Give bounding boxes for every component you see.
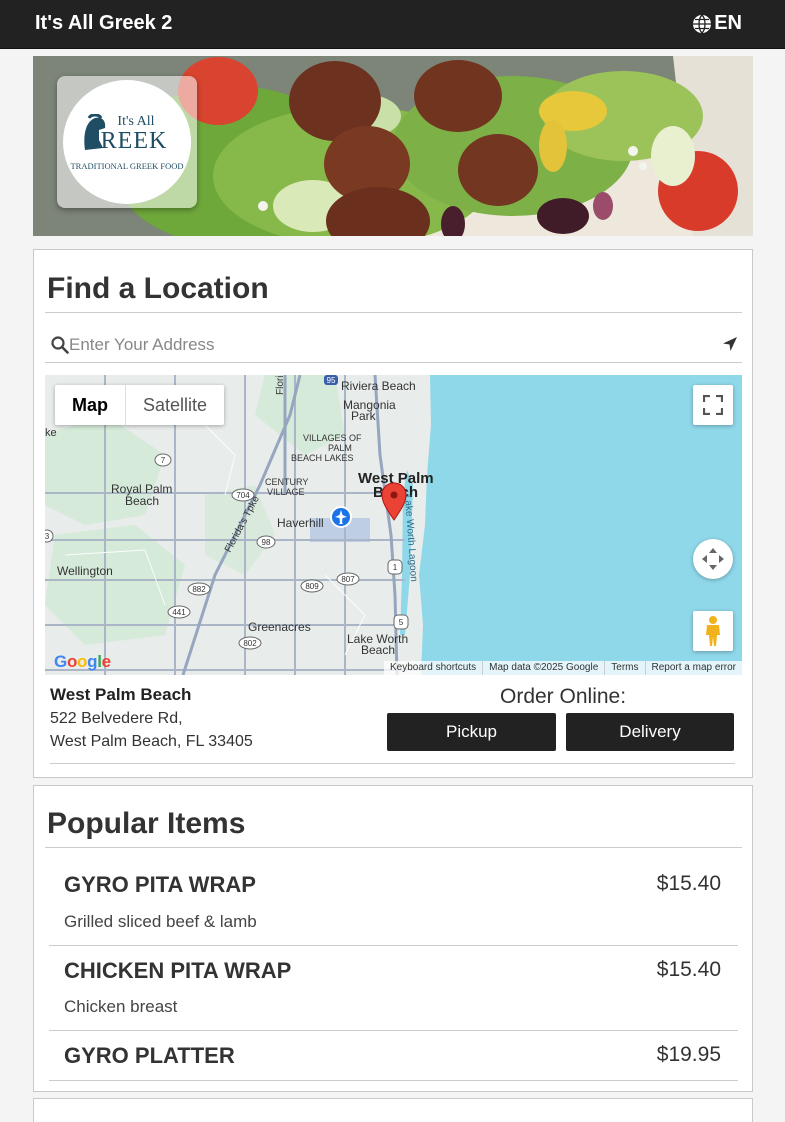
language-label: EN (714, 12, 742, 34)
globe-icon (693, 14, 712, 33)
svg-text:PALM: PALM (328, 443, 352, 453)
svg-text:882: 882 (192, 585, 206, 594)
next-section-card (33, 1098, 753, 1122)
heading-divider (45, 847, 742, 848)
fullscreen-button[interactable] (693, 385, 733, 425)
delivery-button[interactable]: Delivery (566, 713, 734, 751)
site-title[interactable]: It's All Greek 2 (35, 12, 172, 35)
location-name[interactable]: West Palm Beach (50, 685, 191, 705)
keyboard-shortcuts-link[interactable]: Keyboard shortcuts (384, 661, 482, 675)
svg-text:CENTURY: CENTURY (265, 477, 308, 487)
terms-link[interactable]: Terms (604, 661, 644, 675)
location-map[interactable]: Riviera Beach Mangonia Park VILLAGES OF … (45, 375, 742, 675)
pegman-icon (706, 616, 720, 646)
svg-text:VILLAGES OF: VILLAGES OF (303, 433, 362, 443)
airport-icon (330, 506, 352, 528)
search-underline (45, 362, 742, 363)
item-divider (49, 1030, 738, 1031)
map-type-map-button[interactable]: Map (55, 385, 125, 425)
location-address-line1: 522 Belvedere Rd, (50, 710, 183, 727)
svg-text:Riviera Beach: Riviera Beach (341, 379, 416, 393)
pickup-button[interactable]: Pickup (387, 713, 556, 751)
location-address-line2: West Palm Beach, FL 33405 (50, 733, 253, 750)
svg-text:BEACH LAKES: BEACH LAKES (291, 453, 354, 463)
svg-text:704: 704 (236, 491, 250, 500)
item-divider (49, 1080, 738, 1081)
svg-text:5: 5 (399, 618, 404, 627)
map-type-control: Map Satellite (55, 385, 225, 425)
street-view-button[interactable] (693, 611, 733, 651)
menu-item-description: Chicken breast (64, 997, 178, 1016)
hero-banner: It's All REEK TRADITIONAL GREEK FOOD (33, 56, 753, 236)
item-divider (49, 945, 738, 946)
menu-item-price: $15.40 (656, 872, 721, 895)
order-online-label: Order Online: (500, 685, 627, 708)
map-data-attribution: Map data ©2025 Google (482, 661, 604, 675)
address-search[interactable]: Enter Your Address (45, 313, 742, 363)
greek-helmet-icon (84, 114, 106, 150)
svg-text:Beach: Beach (125, 494, 159, 508)
report-map-error-link[interactable]: Report a map error (644, 661, 742, 675)
menu-item-name[interactable]: GYRO PLATTER (64, 1043, 235, 1069)
search-icon (51, 336, 69, 354)
restaurant-logo[interactable]: It's All REEK TRADITIONAL GREEK FOOD (63, 80, 191, 204)
svg-text:98: 98 (262, 538, 271, 547)
google-logo: Google (54, 652, 111, 671)
menu-item-name[interactable]: CHICKEN PITA WRAP (64, 958, 291, 984)
svg-text:95: 95 (327, 376, 336, 385)
map-type-satellite-button[interactable]: Satellite (125, 385, 224, 425)
pan-arrows-icon (702, 548, 724, 570)
svg-text:809: 809 (305, 582, 319, 591)
popular-items-heading: Popular Items (47, 807, 246, 840)
location-divider (50, 763, 735, 764)
svg-text:441: 441 (172, 608, 186, 617)
svg-text:Greenacres: Greenacres (248, 620, 311, 634)
map-footer: Keyboard shortcuts Map data ©2025 Google… (383, 661, 742, 675)
svg-text:Park: Park (351, 409, 377, 423)
svg-text:807: 807 (341, 575, 355, 584)
logo-tagline: TRADITIONAL GREEK FOOD (70, 160, 184, 171)
svg-text:Haverhill: Haverhill (277, 516, 324, 530)
svg-text:Florida: Florida (275, 375, 286, 395)
svg-text:7: 7 (161, 456, 166, 465)
language-selector[interactable]: EN (692, 12, 742, 35)
logo-text-main: REEK (100, 127, 168, 154)
svg-text:802: 802 (243, 639, 257, 648)
svg-text:1: 1 (393, 563, 398, 572)
search-input[interactable]: Enter Your Address (69, 335, 215, 355)
svg-text:3: 3 (45, 532, 50, 541)
menu-item-name[interactable]: GYRO PITA WRAP (64, 872, 256, 898)
menu-item-description: Grilled sliced beef & lamb (64, 912, 257, 931)
svg-text:VILLAGE: VILLAGE (267, 487, 305, 497)
fullscreen-icon (703, 395, 723, 415)
top-bar: It's All Greek 2 EN (0, 0, 785, 49)
find-location-heading: Find a Location (47, 272, 269, 305)
svg-text:Beach: Beach (361, 643, 395, 657)
logo-frame: It's All REEK TRADITIONAL GREEK FOOD (57, 76, 197, 208)
menu-item-price: $15.40 (656, 958, 721, 981)
locate-arrow-icon[interactable] (722, 336, 738, 352)
popular-items-card: Popular Items GYRO PITA WRAP $15.40 Gril… (33, 785, 753, 1092)
svg-text:Wellington: Wellington (57, 564, 113, 578)
svg-text:ke: ke (45, 427, 57, 439)
menu-item-price: $19.95 (656, 1043, 721, 1066)
find-location-card: Find a Location Enter Your Address Rivie… (33, 249, 753, 778)
camera-control-button[interactable] (693, 539, 733, 579)
